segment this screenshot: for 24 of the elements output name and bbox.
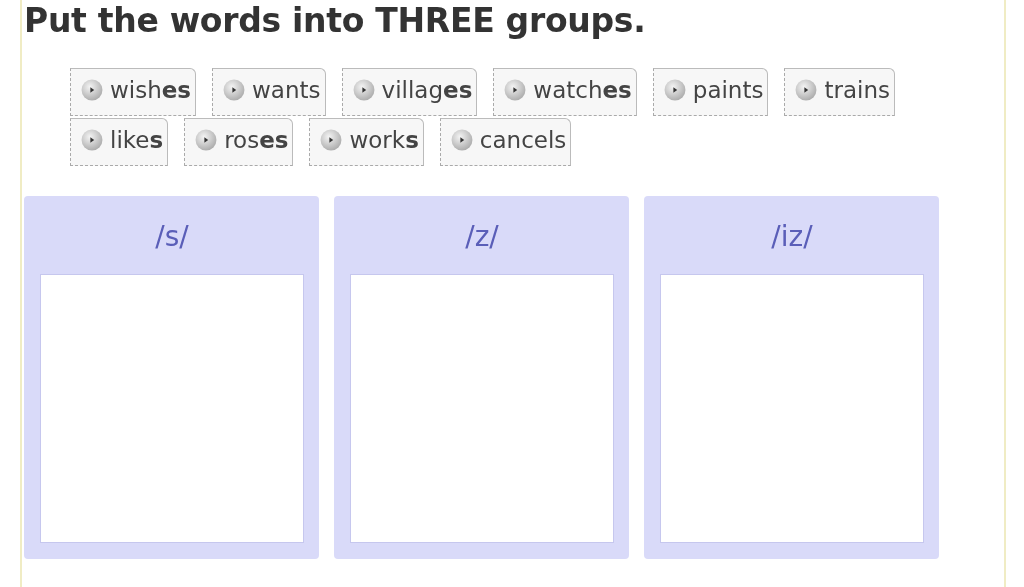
word-card[interactable]: roses (184, 118, 294, 166)
word-card[interactable]: cancels (439, 118, 572, 166)
play-icon[interactable] (663, 79, 686, 101)
play-icon[interactable] (195, 129, 218, 151)
play-icon[interactable] (450, 129, 473, 151)
word-card[interactable]: likes (70, 118, 169, 166)
word-card[interactable]: paints (652, 68, 769, 116)
word-card[interactable]: villages (341, 68, 478, 116)
group-heading: /s/ (154, 219, 190, 255)
play-icon[interactable] (504, 79, 527, 101)
word-card[interactable]: wishes (70, 68, 197, 116)
play-icon[interactable] (223, 79, 246, 101)
instruction-heading: Put the words into THREE groups. (24, 0, 647, 42)
play-icon[interactable] (320, 129, 343, 151)
word-card[interactable]: trains (784, 68, 895, 116)
play-icon[interactable] (81, 129, 103, 151)
word-card[interactable]: wants (212, 68, 326, 116)
play-icon[interactable] (352, 79, 375, 101)
word-card[interactable]: works (309, 118, 424, 166)
play-icon[interactable] (795, 79, 818, 101)
group-heading: /z/ (464, 219, 500, 255)
play-icon[interactable] (81, 79, 103, 101)
group-heading: /iz/ (770, 219, 814, 255)
word-card[interactable]: watches (493, 68, 637, 116)
